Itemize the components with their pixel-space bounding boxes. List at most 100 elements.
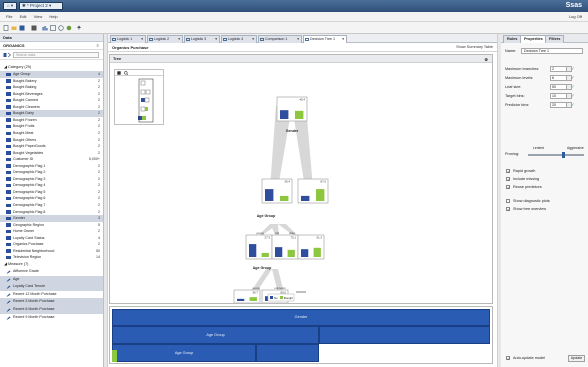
- measure-item[interactable]: Age: [0, 275, 103, 284]
- measure-item[interactable]: Loyalty Card Tenure: [0, 283, 103, 291]
- measure-group-header[interactable]: ◢ Measure (7): [0, 261, 103, 268]
- measure-item[interactable]: Recent 3 Month Purchase: [0, 298, 103, 307]
- measure-item[interactable]: Recent 6 Month Purchase: [0, 306, 103, 314]
- tree-node[interactable]: 51.3: [297, 234, 325, 260]
- explore-icon[interactable]: [58, 25, 64, 31]
- category-icon: [6, 92, 11, 96]
- icicle-leaf-marker: [112, 350, 117, 362]
- tab-decision-tree-1[interactable]: Decision Tree 1 ▾: [303, 35, 347, 43]
- apply-check-icon[interactable]: ✓: [571, 84, 576, 89]
- model-icon[interactable]: [50, 25, 56, 31]
- no-bar: [237, 298, 245, 301]
- close-tab-icon[interactable]: ▾: [252, 36, 254, 43]
- update-button[interactable]: Update: [568, 355, 585, 362]
- close-tab-icon[interactable]: ▾: [178, 36, 180, 43]
- menu-help[interactable]: Help: [49, 12, 57, 22]
- close-tab-icon[interactable]: ▾: [215, 36, 217, 43]
- new-data-item-icon[interactable]: [3, 52, 11, 58]
- menu-edit[interactable]: Edit: [20, 12, 27, 22]
- option-checkbox[interactable]: ✓: [506, 169, 510, 174]
- tab-type-icon: [305, 38, 309, 41]
- measure-item[interactable]: Recent 9 Month Purchase: [0, 314, 103, 322]
- tab-label: Logistic 1: [117, 37, 133, 41]
- tab-logistic-4[interactable]: Logistic 4 ▾: [221, 35, 257, 43]
- gear-icon[interactable]: ⚙: [484, 56, 488, 64]
- tree-node[interactable]: 36.7: [233, 289, 261, 303]
- tab-logistic-1[interactable]: Logistic 1 ▾: [110, 35, 146, 43]
- tab-properties[interactable]: Properties: [520, 35, 547, 43]
- name-field[interactable]: Decision Tree 1: [521, 48, 583, 54]
- auto-update-checkbox[interactable]: ✓: [506, 356, 510, 361]
- apply-check-icon[interactable]: ✓: [571, 102, 576, 107]
- close-tab-icon[interactable]: ▾: [342, 36, 344, 43]
- close-tab-icon[interactable]: ▾: [297, 36, 299, 43]
- search-input[interactable]: Search data: [13, 52, 99, 58]
- measure-item[interactable]: Recent 12 Month Purchase: [0, 291, 103, 299]
- tree-node[interactable]: 40.4: [276, 96, 308, 122]
- tab-logistic-3[interactable]: Logistic 3 ▾: [184, 35, 220, 43]
- tree-node[interactable]: 27.3: [245, 234, 273, 260]
- home-menu-button[interactable]: ⌂ ▾: [3, 2, 17, 10]
- category-item-label: Organics Purchase: [13, 242, 44, 247]
- legend-bought-label: Bought: [284, 296, 293, 300]
- apply-check-icon[interactable]: ✓: [571, 93, 576, 98]
- share-icon[interactable]: [66, 25, 72, 31]
- log-off-link[interactable]: Log Off: [569, 12, 582, 22]
- apply-check-icon[interactable]: ✓: [571, 66, 576, 71]
- property-value-field[interactable]: 50: [550, 84, 567, 90]
- category-group-header[interactable]: ◢ Category (29): [0, 64, 103, 71]
- category-item-label: Demographic Flag 1: [13, 163, 46, 168]
- option-checkbox[interactable]: ✓: [506, 177, 510, 182]
- tab-comparison-1[interactable]: Comparison 1 ▾: [258, 35, 302, 43]
- close-tab-icon[interactable]: ▾: [141, 36, 143, 43]
- measure-item-label: Loyalty Card Tenure: [13, 284, 46, 289]
- menu-view[interactable]: View: [34, 12, 43, 22]
- tree-branch-label: mid: [275, 231, 280, 235]
- option-checkbox[interactable]: [506, 199, 510, 203]
- project-menu-button[interactable]: ✱ * Project 2 ▾: [19, 2, 63, 10]
- no-bar: [301, 195, 310, 201]
- icicle-segment[interactable]: [319, 326, 490, 344]
- open-folder-icon[interactable]: [11, 25, 17, 31]
- save-icon[interactable]: [19, 25, 25, 31]
- pin-icon[interactable]: [76, 25, 82, 31]
- option-checkbox[interactable]: ✓: [506, 185, 510, 190]
- tree-node-value: 36.7: [253, 291, 259, 295]
- measure-item[interactable]: Affluence Grade: [0, 268, 103, 276]
- tab-filters[interactable]: Filters: [545, 35, 565, 43]
- tree-node[interactable]: 87.6: [297, 178, 329, 204]
- tab-logistic-2[interactable]: Logistic 2 ▾: [147, 35, 183, 43]
- property-value-field[interactable]: 6: [550, 75, 567, 81]
- tree-resize-handle[interactable]: [296, 291, 306, 293]
- category-icon: [6, 118, 11, 122]
- data-icon[interactable]: [31, 25, 37, 31]
- menu-file[interactable]: File: [6, 12, 12, 22]
- tree-node[interactable]: 70.1: [271, 234, 299, 260]
- property-value-field[interactable]: 2: [550, 66, 567, 72]
- option-checkbox[interactable]: ✓: [506, 207, 510, 212]
- show-summary-table-link[interactable]: Show Summary Table: [456, 43, 493, 52]
- measure-items: Affluence Grade Age Loyalty Card Tenure Rec…: [0, 268, 103, 321]
- tab-roles[interactable]: Roles: [503, 35, 522, 43]
- property-value-field[interactable]: 10: [550, 93, 567, 99]
- icicle-segment[interactable]: Age Group: [112, 326, 319, 344]
- tree-branch-label: older: [289, 231, 295, 235]
- property-value-field[interactable]: 20: [550, 102, 567, 108]
- category-icon: [6, 170, 11, 175]
- category-item-label: Loyalty Card Status: [13, 235, 45, 240]
- category-item-label: Television Region: [13, 255, 42, 260]
- icicle-segment[interactable]: Age Group: [112, 344, 256, 362]
- category-item-label: Bought PaperGoods: [13, 144, 46, 149]
- icicle-segment[interactable]: Gender: [112, 309, 490, 326]
- chart-icon[interactable]: [42, 25, 48, 31]
- icicle-segment[interactable]: [256, 344, 319, 362]
- bought-bar: [287, 249, 295, 257]
- apply-check-icon[interactable]: ✓: [571, 75, 576, 80]
- data-source-selector[interactable]: ORGANICS ≡: [0, 42, 103, 50]
- data-source-dropdown-icon[interactable]: ≡: [97, 42, 99, 50]
- new-icon[interactable]: [3, 25, 9, 31]
- pruning-slider-knob[interactable]: [562, 152, 565, 158]
- tree-node[interactable]: 35.4: [261, 178, 293, 204]
- pruning-slider[interactable]: [528, 152, 584, 158]
- property-label: Maximum branches:: [505, 67, 540, 71]
